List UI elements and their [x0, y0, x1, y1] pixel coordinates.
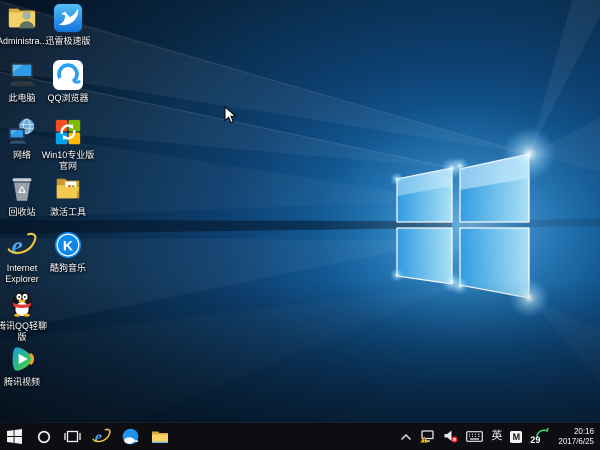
clock-time: 20:16	[558, 427, 594, 437]
desktop-icon-label: 腾讯视频	[0, 377, 49, 388]
svg-text:K: K	[63, 238, 74, 254]
desktop-icon-label: QQ浏览器	[41, 93, 95, 104]
taskbar-ie-button[interactable]: e	[87, 423, 116, 450]
tray-language-indicator[interactable]: 英	[491, 423, 502, 450]
tray-touch-keyboard-button[interactable]	[466, 423, 483, 450]
chevron-up-icon	[400, 433, 412, 441]
gauge-value: 29	[530, 435, 540, 445]
desktop-icon-thunder[interactable]: 迅雷极速版	[41, 3, 95, 47]
internet-explorer-icon: e	[92, 427, 111, 446]
desktop-icon-qq-light[interactable]: 腾讯QQ轻聊版	[0, 288, 49, 343]
tray-volume-button[interactable]	[444, 423, 458, 450]
desktop-icon-label: Win10专业版官网	[41, 150, 95, 172]
start-button[interactable]	[0, 423, 29, 450]
qq-browser-icon	[122, 428, 139, 445]
ime-mode-icon: M	[510, 431, 522, 443]
cortana-circle-icon	[37, 430, 51, 444]
tray-network-button[interactable]	[420, 423, 436, 450]
task-view-icon	[64, 430, 81, 443]
internet-explorer-icon: e	[7, 230, 37, 260]
desktop-icon-qq-browser[interactable]: QQ浏览器	[41, 60, 95, 104]
network-icon	[7, 117, 37, 147]
desktop-icon-label: 激活工具	[41, 207, 95, 218]
taskbar-file-explorer-button[interactable]	[145, 423, 174, 450]
tencent-video-icon	[7, 344, 37, 374]
desktop-icon-kugou-music[interactable]: K 酷狗音乐	[41, 230, 95, 274]
network-warning-icon	[420, 430, 436, 443]
thunder-bird-icon	[53, 3, 83, 33]
tray-chevron-button[interactable]	[400, 423, 412, 450]
taskbar-qq-browser-button[interactable]	[116, 423, 145, 450]
qq-browser-icon	[53, 60, 83, 90]
tray-speed-gauge[interactable]: 29	[530, 423, 548, 450]
desktop-icon-label: 腾讯QQ轻聊版	[0, 321, 49, 343]
windows-desktop: { "desktop": { "col1": [ {"label": "Admi…	[0, 0, 600, 450]
qq-penguin-icon	[7, 288, 37, 318]
tray-ime-mode-button[interactable]: M	[510, 423, 522, 450]
tray-clock[interactable]: 20:16 2017/6/25	[556, 427, 596, 446]
recycle-bin-icon	[7, 174, 37, 204]
clock-date: 2017/6/25	[558, 437, 594, 447]
user-folder-icon	[7, 3, 37, 33]
svg-text:e: e	[95, 428, 102, 446]
activation-folder-icon	[53, 174, 83, 204]
system-tray: 英 M 29 20:16 2017/6/25	[400, 423, 600, 450]
desktop-icon-activation-tool[interactable]: 激活工具	[41, 174, 95, 218]
task-view-button[interactable]	[58, 423, 87, 450]
search-button[interactable]	[29, 423, 58, 450]
speaker-muted-icon	[444, 430, 458, 443]
desktop-icon-label: 迅雷极速版	[41, 36, 95, 47]
desktop-icon-win10-site[interactable]: Win10专业版官网	[41, 117, 95, 172]
file-explorer-folder-icon	[152, 430, 168, 443]
this-pc-icon	[7, 60, 37, 90]
windows-start-icon	[7, 429, 22, 444]
win10-colored-windows-icon	[53, 117, 83, 147]
svg-text:e: e	[11, 231, 22, 260]
taskbar: e	[0, 423, 600, 450]
desktop-icon-label: 酷狗音乐	[41, 263, 95, 274]
desktop-icon-tencent-video[interactable]: 腾讯视频	[0, 344, 49, 388]
kugou-music-icon: K	[53, 230, 83, 260]
touch-keyboard-icon	[466, 431, 483, 442]
